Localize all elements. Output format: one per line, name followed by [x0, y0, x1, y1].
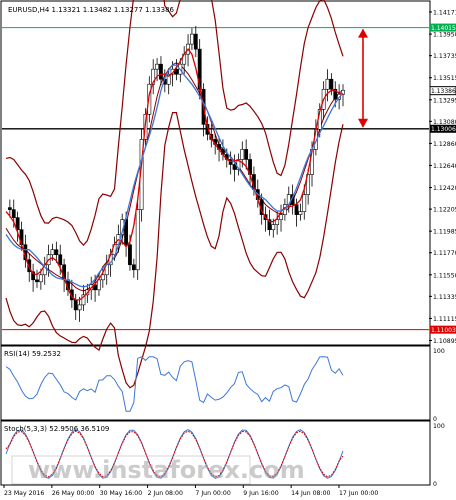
y-tick-label: 1.10895 — [433, 338, 456, 345]
y-tick-label: 1.13515 — [433, 75, 456, 82]
bear-candle — [35, 279, 39, 283]
bear-candle — [54, 249, 59, 256]
level-tag-label: 1.13006 — [431, 126, 456, 133]
y-tick-label: 1.12205 — [433, 207, 456, 214]
bull-candle — [279, 214, 283, 220]
x-tick-label: 2 Jun 08:00 — [148, 490, 183, 497]
bear-candle — [58, 254, 63, 266]
y-tick-label: 1.11550 — [433, 272, 456, 279]
x-tick-label: 30 May 16:00 — [100, 490, 142, 497]
rsi-tick-label: 100 — [433, 348, 445, 355]
bear-candle — [244, 149, 249, 160]
bull-candle — [240, 149, 245, 160]
stoch-tick-label: 100 — [433, 423, 445, 430]
bull-candle — [325, 78, 330, 90]
bull-candle — [275, 219, 280, 225]
chart-canvas: 1.14171 1.13950 1.13735 1.13515 1.13295 1.130… — [0, 0, 456, 497]
bear-candle — [131, 264, 136, 271]
x-tick-label: 7 Jun 00:00 — [195, 490, 230, 497]
bear-candle — [193, 33, 198, 50]
x-tick-label: 9 Jun 16:00 — [243, 490, 278, 497]
y-tick-label: 1.11985 — [433, 229, 456, 236]
bear-candle — [73, 299, 78, 311]
bull-candle — [50, 249, 55, 256]
bull-candle — [271, 224, 276, 230]
main-panel-frame — [0, 0, 431, 346]
bull-candle — [298, 211, 303, 215]
bear-candle — [11, 209, 16, 218]
y-tick-label: 1.13735 — [433, 53, 456, 60]
bull-candle — [302, 194, 307, 212]
bull-candle — [155, 63, 159, 70]
rsi-title: RSI(14) 59.2532 — [4, 350, 61, 358]
main-chart-title: EURUSD,H4 1.13321 1.13482 1.13277 1.1338… — [8, 6, 175, 14]
bear-candle — [294, 204, 299, 215]
x-tick-label: 23 May 2016 — [4, 490, 44, 497]
current-price-label: 1.13386 — [431, 88, 456, 95]
stoch-title: Stoch(5,3,3) 52.9506 36.5109 — [4, 425, 109, 433]
bull-candle — [77, 304, 82, 311]
x-tick-label: 17 Jun 00:00 — [339, 490, 378, 497]
watermark: www.instaforex.com — [28, 456, 305, 484]
bear-candle — [7, 207, 12, 210]
y-tick-label: 1.11115 — [433, 316, 456, 323]
rsi-tick-label: 0 — [433, 416, 437, 423]
y-tick-label: 1.11770 — [433, 250, 456, 257]
x-tick-label: 26 May 00:00 — [52, 490, 94, 497]
bull-candle — [135, 209, 140, 271]
y-tick-label: 1.12420 — [433, 185, 456, 192]
y-tick-label: 1.12640 — [433, 163, 456, 170]
stoch-tick-label: 0 — [433, 481, 437, 488]
y-tick-label: 1.12860 — [433, 141, 456, 148]
y-tick-label: 1.11335 — [433, 294, 456, 301]
bear-candle — [329, 78, 334, 90]
bull-candle — [38, 274, 43, 283]
y-tick-label: 1.14171 — [433, 9, 456, 16]
level-tag-label: 1.11003 — [431, 327, 456, 334]
bull-candle — [190, 33, 194, 45]
bear-candle — [128, 244, 132, 266]
bear-candle — [159, 63, 163, 80]
rsi-panel-frame — [0, 345, 431, 421]
chart-window: 1.14171 1.13950 1.13735 1.13515 1.13295 1.130… — [0, 0, 456, 500]
level-tag-label: 1.14015 — [431, 25, 456, 32]
y-tick-label: 1.13950 — [433, 32, 456, 39]
y-tick-label: 1.13295 — [433, 97, 456, 104]
x-tick-label: 14 Jun 08:00 — [291, 490, 330, 497]
